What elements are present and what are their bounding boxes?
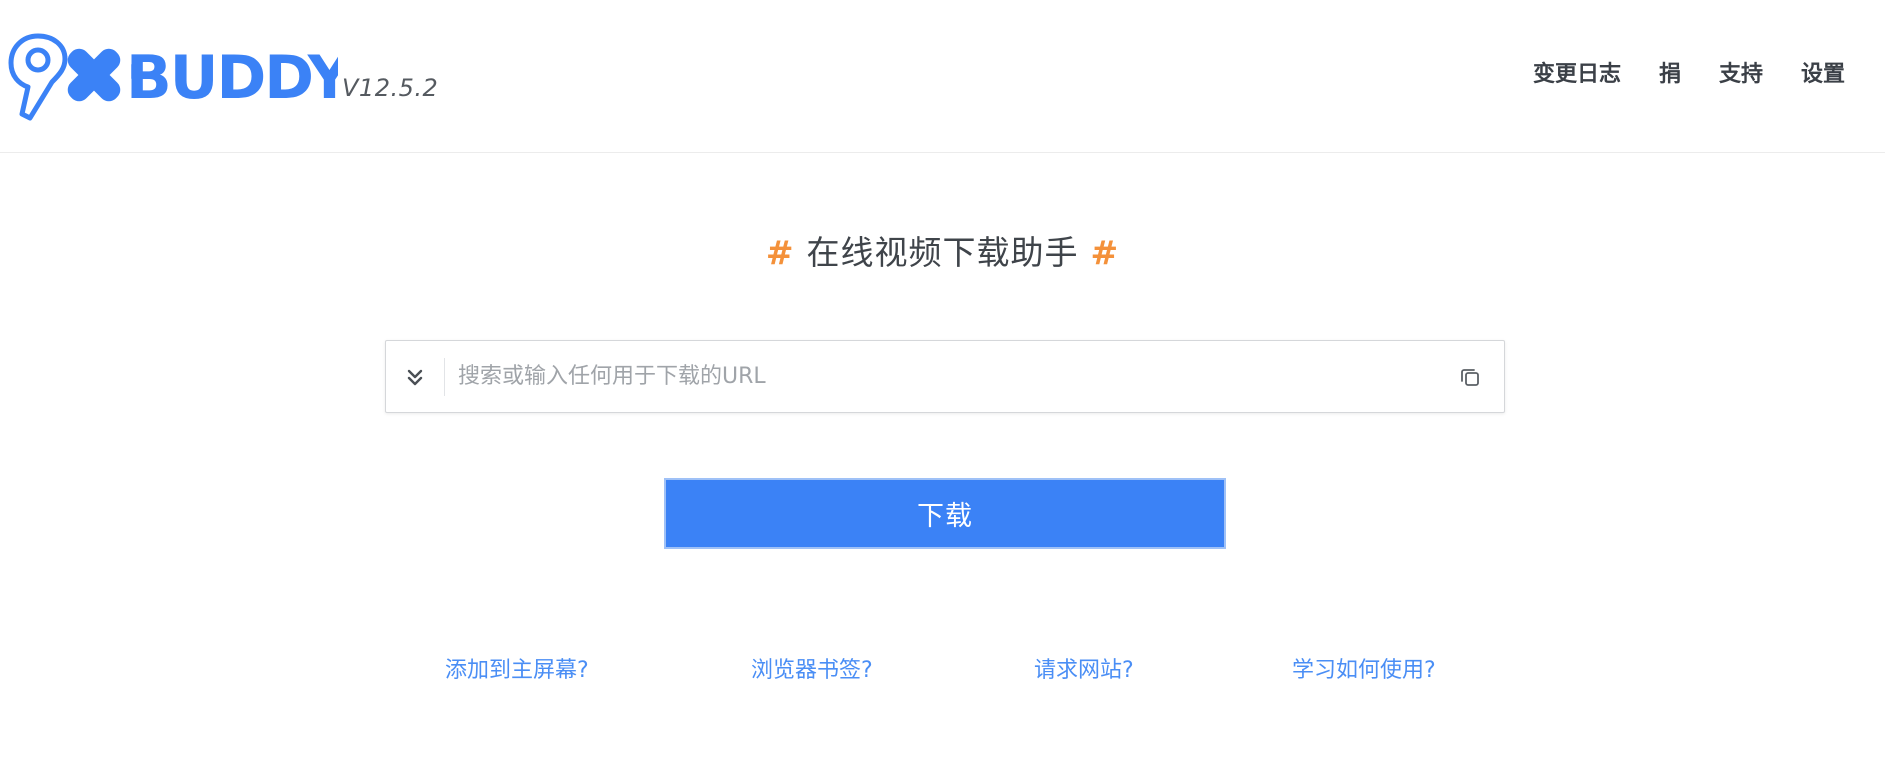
search-divider xyxy=(444,358,445,396)
hash-left: # xyxy=(765,233,795,272)
link-request-site[interactable]: 请求网站? xyxy=(1034,652,1134,684)
link-learn-how[interactable]: 学习如何使用? xyxy=(1292,652,1436,684)
link-browser-bookmark[interactable]: 浏览器书签? xyxy=(751,652,873,684)
page-title-text: 在线视频下载助手 xyxy=(806,233,1079,272)
url-input[interactable] xyxy=(458,351,1418,402)
page-title: # 在线视频下载助手 # xyxy=(0,226,1885,274)
top-nav: 变更日志 捐 支持 设置 xyxy=(1533,56,1845,88)
logo-graphic: BUDDY xyxy=(8,33,338,121)
nav-changelog[interactable]: 变更日志 xyxy=(1533,56,1621,88)
site-header: BUDDY V12.5.2 变更日志 捐 支持 设置 xyxy=(0,0,1885,153)
version-label: V12.5.2 xyxy=(342,74,439,102)
expand-options-button[interactable] xyxy=(386,341,444,412)
nav-support[interactable]: 支持 xyxy=(1719,56,1763,88)
nav-donate[interactable]: 捐 xyxy=(1659,56,1681,88)
double-chevron-down-icon xyxy=(407,369,423,385)
paste-button[interactable] xyxy=(1454,361,1486,393)
copy-icon xyxy=(1461,369,1479,386)
download-button[interactable]: 下载 xyxy=(664,478,1226,549)
link-add-to-home[interactable]: 添加到主屏幕? xyxy=(445,652,589,684)
logo-wordmark: BUDDY xyxy=(126,43,338,113)
search-bar xyxy=(385,340,1505,413)
hash-right: # xyxy=(1090,233,1120,272)
nav-settings[interactable]: 设置 xyxy=(1801,56,1845,88)
